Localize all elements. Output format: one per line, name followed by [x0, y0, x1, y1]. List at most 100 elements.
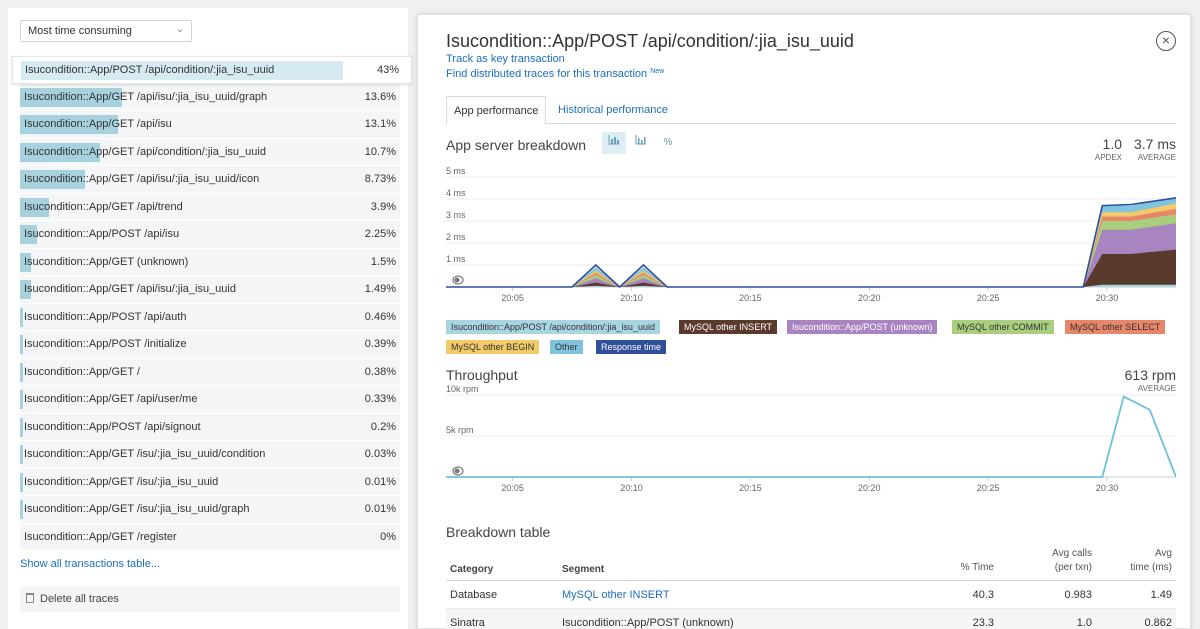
app-server-breakdown-chart[interactable]: 5 ms 4 ms 3 ms 2 ms 1 ms 20:05 20:10 20:15 20:20… — [446, 157, 1176, 307]
legend-item[interactable]: Response time — [596, 340, 667, 354]
cell-time: 23.3 — [972, 617, 994, 629]
breakdown-table: Category Segment % Time Avg calls (per t… — [446, 543, 1176, 629]
cell-category: Database — [450, 589, 498, 601]
x-tick-label: 20:30 — [1096, 483, 1119, 493]
x-tick-label: 20:10 — [620, 483, 643, 493]
x-tick-label: 20:05 — [501, 293, 524, 303]
detail-tabs: App performance Historical performance — [446, 96, 1176, 125]
throughput-chart[interactable]: 10k rpm 5k rpm 20:05 20:10 20:15 20:20 20:25 20… — [446, 385, 1176, 500]
legend-item[interactable]: Isucondition::App/POST (unknown) — [787, 320, 938, 334]
legend-item[interactable]: MySQL other SELECT — [1065, 320, 1166, 334]
transaction-row[interactable]: Isucondition::App/POST /api/isu 2.25% — [20, 221, 400, 249]
transaction-row[interactable]: Isucondition::App/GET /api/condition/:ji… — [20, 138, 400, 166]
transaction-share-bar — [20, 335, 23, 354]
cell-calls: 0.983 — [1064, 589, 1092, 601]
transaction-name: Isucondition::App/GET /api/isu/:jia_isu_… — [24, 90, 268, 103]
transaction-percent: 1.49% — [364, 283, 396, 295]
transaction-row[interactable]: Isucondition::App/GET /api/user/me 0.33% — [20, 386, 400, 414]
transaction-name: Isucondition::App/GET /api/isu/:jia_isu_… — [24, 283, 236, 295]
transaction-percent: 2.25% — [364, 228, 396, 240]
y-tick-label: 2 ms — [446, 232, 466, 242]
tab-historical-performance[interactable]: Historical performance — [551, 96, 675, 125]
transaction-share-bar — [20, 417, 23, 437]
transaction-row[interactable]: Isucondition::App/GET /api/isu/:jia_isu_… — [20, 166, 400, 194]
transaction-row[interactable]: Isucondition::App/POST /api/auth 0.46% — [20, 303, 400, 331]
area-series — [446, 223, 1176, 287]
legend-item[interactable]: Isucondition::App/POST /api/condition/:j… — [446, 320, 660, 334]
transaction-row[interactable]: Isucondition::App/GET /api/trend 3.9% — [20, 193, 400, 221]
transaction-row[interactable]: Isucondition::App/GET /api/isu/:jia_isu_… — [20, 83, 400, 111]
col-avg-time-line2: time (ms) — [1130, 562, 1172, 573]
legend-item[interactable]: MySQL other INSERT — [679, 320, 778, 334]
col-avg-time[interactable]: Avg time (ms) — [1130, 547, 1172, 575]
transaction-name: Isucondition::App/GET (unknown) — [24, 255, 189, 268]
distributed-traces-link[interactable]: Find distributed traces for this transac… — [446, 68, 664, 80]
transaction-row[interactable]: Isucondition::App/GET /isu/:jia_isu_uuid… — [20, 468, 400, 496]
zoom-reset-icon — [452, 466, 464, 476]
chevron-down-icon: ⌄ — [175, 24, 184, 35]
transaction-name: Isucondition::App/POST /initialize — [24, 338, 187, 350]
area-series — [446, 203, 1176, 287]
stacked-area-icon[interactable] — [602, 132, 626, 154]
col-avg-time-line1: Avg — [1154, 548, 1172, 559]
col-avg-calls-line2: (per txn) — [1054, 562, 1092, 573]
y-tick-label: 5 ms — [446, 166, 466, 176]
col-avg-calls[interactable]: Avg calls (per txn) — [1052, 547, 1092, 575]
transaction-row[interactable]: Isucondition::App/GET / 0.38% — [20, 358, 400, 386]
legend-item[interactable]: Other — [550, 340, 583, 354]
transaction-percent: 13.1% — [364, 118, 396, 130]
transaction-percent: 13.6% — [364, 90, 396, 103]
transaction-row[interactable]: Isucondition::App/POST /api/condition/:j… — [12, 56, 412, 84]
transaction-row[interactable]: Isucondition::App/GET /isu/:jia_isu_uuid… — [20, 496, 400, 524]
x-tick-label: 20:25 — [977, 483, 1000, 493]
legend-item[interactable]: MySQL other BEGIN — [446, 340, 540, 354]
cell-avg: 0.862 — [1144, 617, 1172, 629]
x-tick-label: 20:25 — [977, 293, 1000, 303]
y-tick-label: 3 ms — [446, 210, 466, 220]
sort-select[interactable]: Most time consuming ⌄ — [20, 20, 192, 42]
transaction-row[interactable]: Isucondition::App/GET /register 0% — [20, 523, 400, 551]
transaction-name: Isucondition::App/GET /api/isu — [24, 118, 172, 130]
show-all-transactions-link[interactable]: Show all transactions table... — [20, 558, 160, 570]
apdex-value: 1.0 — [1102, 136, 1122, 152]
transaction-percent: 3.9% — [370, 200, 396, 213]
transaction-row[interactable]: Isucondition::App/GET /isu/:jia_isu_uuid… — [20, 441, 400, 469]
transaction-row[interactable]: Isucondition::App/GET /api/isu/:jia_isu_… — [20, 276, 400, 304]
transaction-row[interactable]: Isucondition::App/GET (unknown) 1.5% — [20, 248, 400, 276]
transaction-name: Isucondition::App/GET /isu/:jia_isu_uuid… — [24, 503, 250, 515]
transaction-percent: 0.46% — [364, 310, 396, 323]
col-time[interactable]: % Time — [961, 561, 994, 575]
cell-segment[interactable]: MySQL other INSERT — [562, 581, 670, 609]
transaction-name: Isucondition::App/GET /api/trend — [24, 200, 183, 213]
zoom-reset-icon — [452, 275, 464, 285]
col-category[interactable]: Category — [450, 564, 493, 575]
col-avg-calls-line1: Avg calls — [1052, 548, 1092, 559]
col-segment[interactable]: Segment — [562, 564, 604, 575]
bar-chart-icon[interactable] — [629, 132, 653, 154]
transaction-name: Isucondition::App/GET /api/condition/:ji… — [24, 145, 266, 158]
area-series — [446, 196, 1176, 287]
transaction-share-bar — [20, 445, 23, 464]
x-tick-label: 20:05 — [501, 483, 524, 493]
table-row: Database MySQL other INSERT 40.3 0.983 1.49 — [446, 581, 1176, 609]
percent-icon[interactable]: % — [656, 132, 680, 154]
delete-all-traces-button[interactable]: Delete all traces — [20, 586, 400, 612]
track-key-transaction-link[interactable]: Track as key transaction — [446, 53, 565, 65]
transactions-panel: Most time consuming ⌄ Isucondition::App/… — [8, 8, 412, 629]
cell-time: 40.3 — [972, 589, 994, 601]
transaction-name: Isucondition::App/GET /api/isu/:jia_isu_… — [24, 173, 260, 185]
tab-app-performance[interactable]: App performance — [446, 96, 547, 125]
transaction-name: Isucondition::App/GET / — [24, 365, 140, 378]
transaction-percent: 0.38% — [364, 365, 396, 378]
transaction-name: Isucondition::App/POST /api/isu — [24, 228, 180, 240]
close-icon[interactable]: × — [1156, 31, 1176, 51]
table-row: Sinatra Isucondition::App/POST (unknown) 2… — [446, 609, 1176, 629]
legend-item[interactable]: MySQL other COMMIT — [952, 320, 1054, 334]
transaction-row[interactable]: Isucondition::App/GET /api/isu 13.1% — [20, 111, 400, 139]
y-tick-label: 1 ms — [446, 254, 466, 264]
response-time-line — [446, 197, 1176, 289]
area-series — [446, 249, 1176, 287]
transaction-row[interactable]: Isucondition::App/POST /initialize 0.39% — [20, 331, 400, 359]
transaction-row[interactable]: Isucondition::App/POST /api/signout 0.2% — [20, 413, 400, 441]
transaction-percent: 8.73% — [364, 173, 396, 185]
